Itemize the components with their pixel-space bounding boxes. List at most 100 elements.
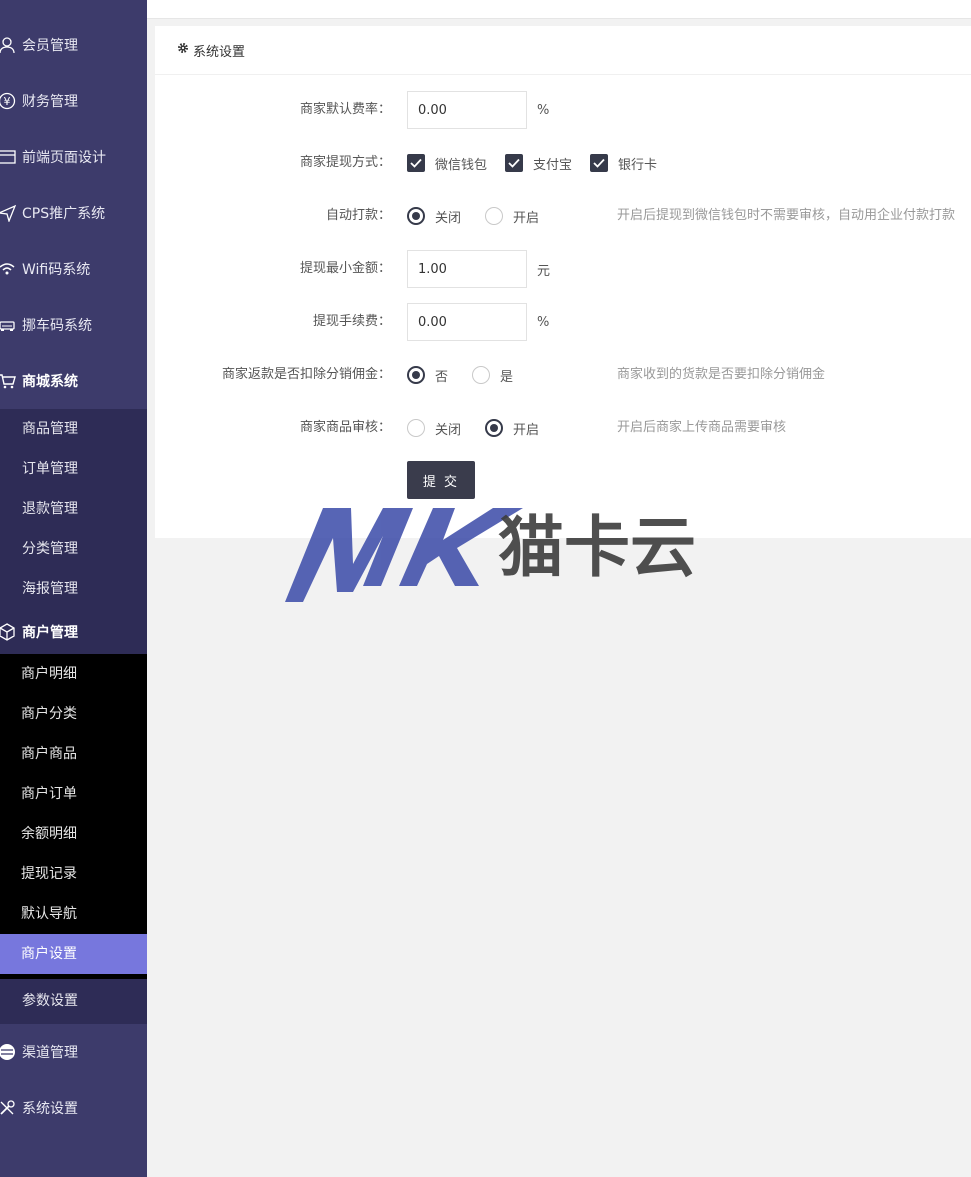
field-hint: 开启后商家上传商品需要审核 [617, 420, 787, 435]
checkbox-wechat[interactable]: 微信钱包 [407, 154, 487, 173]
sidebar-subitem-goods[interactable]: 商品管理 [0, 409, 147, 449]
field-label: 商家默认费率： [299, 102, 391, 117]
sidebar-item-cps[interactable]: CPS推广系统 [0, 185, 147, 241]
field-label: 商家提现方式： [299, 155, 391, 170]
tools-icon [0, 1098, 17, 1118]
form-row-withdraw-fee: 提现手续费： % [155, 303, 971, 341]
watermark-logo: 猫卡云 [283, 504, 713, 604]
sidebar-subitem-merchant-category[interactable]: 商户分类 [0, 694, 147, 734]
submit-button[interactable]: 提 交 [407, 461, 475, 499]
radio-label: 否 [435, 369, 449, 385]
sidebar-subitem-refunds[interactable]: 退款管理 [0, 489, 147, 529]
cart-icon [0, 371, 17, 391]
sidebar-item-members[interactable]: 会员管理 [0, 17, 147, 73]
radio-label: 开启 [513, 210, 540, 226]
sidebar-item-label: 渠道管理 [22, 1045, 78, 1061]
radio-circle [407, 207, 425, 225]
sidebar-item-label: 挪车码系统 [22, 318, 92, 334]
sidebar-item-label: 会员管理 [22, 38, 78, 54]
sidebar-subitem-merchant-detail[interactable]: 商户明细 [0, 654, 147, 694]
field-label: 提现最小金额： [299, 261, 391, 276]
form-row-deduct-commission: 商家返款是否扣除分销佣金： 否 是 商家收到的货款是否要扣除分销佣金 [155, 356, 971, 394]
radio-circle [485, 207, 504, 225]
form-row-goods-review: 商家商品审核： 关闭 开启 开启后商家上传商品需要审核 [155, 409, 971, 447]
sidebar: 会员管理 ¥ 财务管理 前端页面设计 CPS推广系统 Wifi码系统 挪车码系统 [0, 0, 147, 1177]
card-header: 系统设置 [155, 26, 971, 75]
field-label: 商家返款是否扣除分销佣金： [221, 367, 391, 382]
car-icon [0, 315, 17, 335]
sidebar-subitem-orders[interactable]: 订单管理 [0, 449, 147, 489]
check-icon [505, 154, 524, 172]
sidebar-item-car-code[interactable]: 挪车码系统 [0, 297, 147, 353]
mall-submenu: 商品管理 订单管理 退款管理 分类管理 海报管理 [0, 409, 147, 609]
min-amount-input[interactable] [407, 250, 527, 288]
sidebar-subitem-balance-detail[interactable]: 余额明细 [0, 814, 147, 854]
checkbox-bank-card[interactable]: 银行卡 [590, 154, 657, 173]
sidebar-subitem-default-nav[interactable]: 默认导航 [0, 894, 147, 934]
sidebar-item-merchant[interactable]: 商户管理 [0, 609, 147, 654]
checkbox-label: 支付宝 [533, 157, 573, 173]
watermark-text: 猫卡云 [498, 509, 696, 586]
sidebar-item-label: 前端页面设计 [22, 150, 106, 166]
fee-rate-input[interactable] [407, 91, 527, 129]
form-row-withdraw-methods: 商家提现方式： 微信钱包 支付宝 银行卡 [155, 144, 971, 182]
form-row-fee-rate: 商家默认费率： % [155, 91, 971, 129]
radio-circle [407, 366, 425, 384]
radio-label: 关闭 [435, 210, 462, 226]
sidebar-subitem-categories[interactable]: 分类管理 [0, 529, 147, 569]
sidebar-item-channel[interactable]: 渠道管理 [0, 1024, 147, 1080]
sidebar-item-label: 财务管理 [22, 94, 78, 110]
svg-text:¥: ¥ [4, 95, 11, 108]
check-icon [590, 154, 609, 172]
field-label: 商家商品审核： [299, 420, 391, 435]
radio-review-off[interactable]: 关闭 [407, 419, 461, 438]
checkbox-label: 银行卡 [618, 157, 658, 173]
sidebar-subitem-params[interactable]: 参数设置 [0, 979, 147, 1024]
radio-auto-pay-off[interactable]: 关闭 [407, 207, 461, 226]
layout-icon [0, 147, 17, 167]
radio-label: 关闭 [435, 422, 462, 438]
radio-circle [485, 419, 504, 437]
field-label: 提现手续费： [312, 314, 391, 329]
radio-review-on[interactable]: 开启 [485, 419, 539, 438]
radio-circle [472, 366, 491, 384]
sidebar-item-frontend-design[interactable]: 前端页面设计 [0, 129, 147, 185]
sidebar-item-system-settings[interactable]: 系统设置 [0, 1080, 147, 1136]
wifi-icon [0, 259, 17, 279]
radio-deduct-no[interactable]: 否 [407, 366, 448, 385]
yen-icon: ¥ [0, 91, 17, 111]
sidebar-subitem-withdraw-records[interactable]: 提现记录 [0, 854, 147, 894]
sidebar-item-wifi[interactable]: Wifi码系统 [0, 241, 147, 297]
unit-label: % [537, 314, 550, 330]
sidebar-item-label: CPS推广系统 [22, 206, 106, 222]
channel-icon [0, 1042, 17, 1062]
radio-auto-pay-on[interactable]: 开启 [485, 207, 539, 226]
check-icon [407, 154, 425, 172]
field-hint: 商家收到的货款是否要扣除分销佣金 [617, 367, 826, 382]
user-icon [0, 35, 17, 55]
sidebar-item-label: 商城系统 [22, 374, 78, 390]
sidebar-subitem-merchant-goods[interactable]: 商户商品 [0, 734, 147, 774]
withdraw-fee-input[interactable] [407, 303, 527, 341]
sidebar-subitem-merchant-settings[interactable]: 商户设置 [0, 934, 147, 974]
radio-deduct-yes[interactable]: 是 [472, 366, 513, 385]
sidebar-item-mall[interactable]: 商城系统 [0, 353, 147, 409]
field-hint: 开启后提现到微信钱包时不需要审核，自动用企业付款打款 [617, 208, 956, 223]
form-row-auto-pay: 自动打款： 关闭 开启 开启后提现到微信钱包时不需要审核，自动用企业付款打款 [155, 197, 971, 235]
box-icon [0, 622, 17, 642]
sidebar-item-label: Wifi码系统 [22, 262, 91, 278]
checkbox-label: 微信钱包 [435, 157, 488, 173]
settings-card: 系统设置 商家默认费率： % 商家提现方式： 微信钱包 支付宝 银行卡 [155, 26, 971, 538]
card-title: 系统设置 [193, 44, 246, 60]
sidebar-subitem-merchant-orders[interactable]: 商户订单 [0, 774, 147, 814]
sidebar-item-label: 系统设置 [22, 1101, 78, 1117]
unit-label: % [537, 102, 550, 118]
gear-icon [177, 42, 189, 58]
sidebar-subitem-posters[interactable]: 海报管理 [0, 569, 147, 609]
sidebar-item-finance[interactable]: ¥ 财务管理 [0, 73, 147, 129]
radio-circle [407, 419, 425, 437]
send-icon [0, 203, 17, 223]
checkbox-alipay[interactable]: 支付宝 [505, 154, 572, 173]
radio-label: 开启 [513, 422, 540, 438]
sidebar-item-label: 商户管理 [22, 624, 78, 641]
